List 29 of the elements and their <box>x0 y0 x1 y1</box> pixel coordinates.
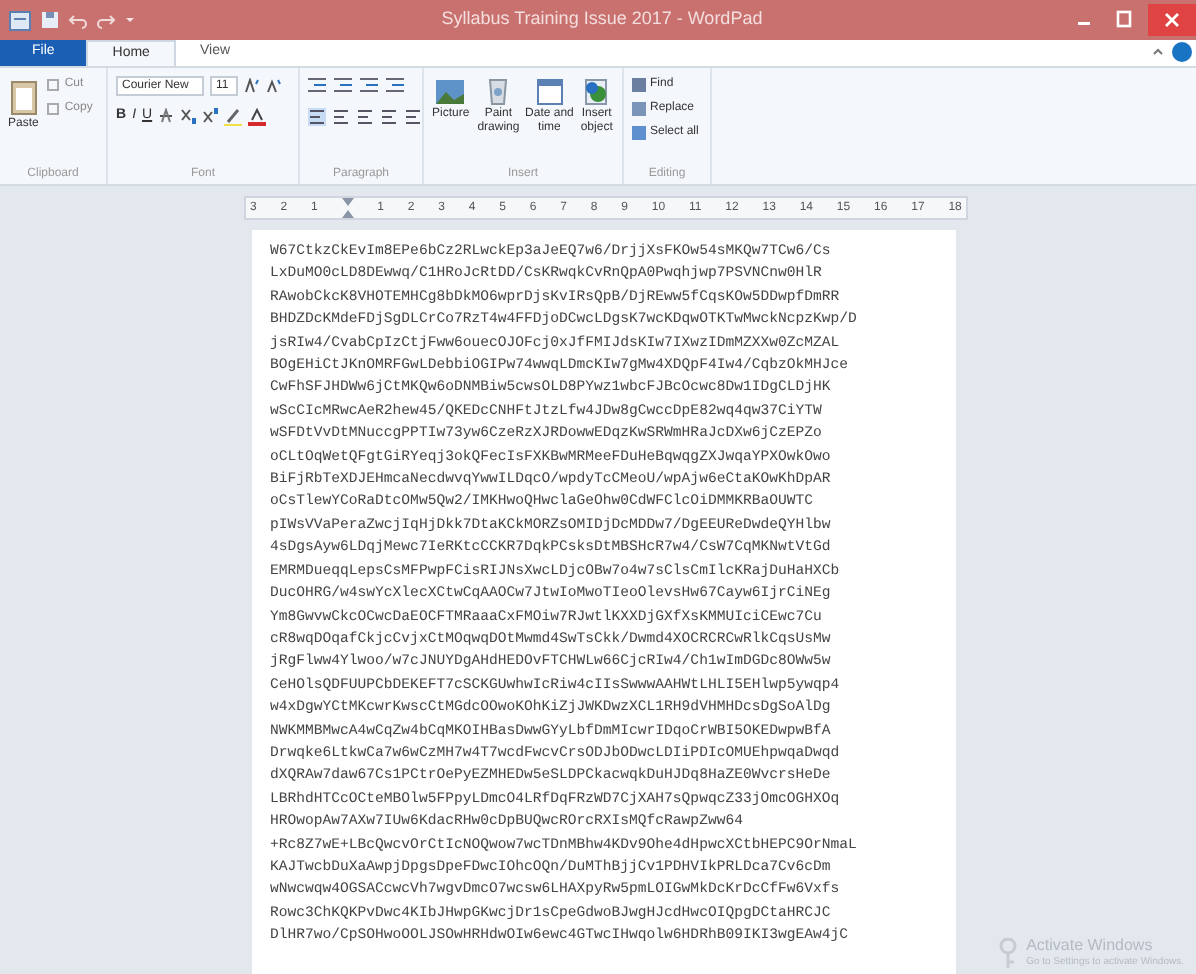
indent-marker-icon[interactable] <box>341 198 354 218</box>
grow-font-icon[interactable] <box>244 78 260 94</box>
align-right-icon[interactable] <box>356 108 374 126</box>
justify-icon[interactable] <box>380 108 398 126</box>
list-icon[interactable] <box>360 78 378 94</box>
subscript-icon[interactable] <box>180 108 197 125</box>
undo-icon[interactable] <box>68 10 88 30</box>
line-spacing-icon[interactable] <box>386 78 404 94</box>
align-left-icon[interactable] <box>308 108 326 126</box>
font-color-icon[interactable] <box>248 107 267 126</box>
increase-indent-icon[interactable] <box>334 78 352 94</box>
paragraph-icon[interactable] <box>404 108 422 126</box>
clipboard-icon <box>9 76 38 116</box>
object-icon <box>580 76 613 108</box>
close-icon <box>1164 12 1180 28</box>
superscript-icon[interactable] <box>202 108 219 125</box>
highlighter-icon[interactable] <box>224 107 243 126</box>
calendar-icon <box>533 76 566 108</box>
decrease-indent-icon[interactable] <box>308 78 326 94</box>
shrink-font-icon[interactable] <box>266 78 282 94</box>
redo-icon[interactable] <box>96 10 116 30</box>
close-button[interactable] <box>1148 4 1196 36</box>
window-title: Syllabus Training Issue 2017 - WordPad <box>441 6 763 33</box>
save-icon[interactable] <box>40 10 60 30</box>
key-icon <box>998 937 1019 969</box>
app-icon <box>8 8 32 32</box>
picture-icon <box>434 76 467 108</box>
strikethrough-icon[interactable] <box>158 108 175 125</box>
align-center-icon[interactable] <box>332 108 350 126</box>
